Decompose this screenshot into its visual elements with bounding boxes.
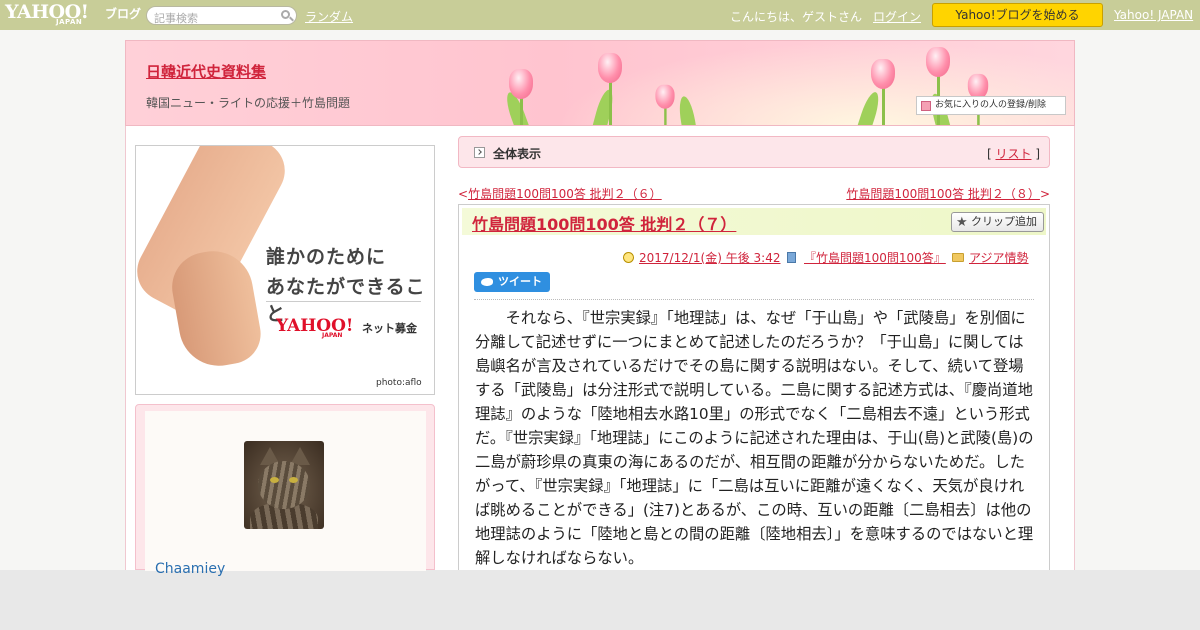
tweet-label: ツイート: [498, 275, 542, 288]
avatar[interactable]: [244, 441, 324, 529]
list-bracket-close: ]: [1031, 147, 1040, 161]
article-book[interactable]: 『竹島問題100問100答』: [787, 249, 946, 266]
favorite-register-label: お気に入りの人の登録/削除: [935, 100, 1047, 110]
footer-background: [0, 570, 1200, 630]
article-title[interactable]: 竹島問題100問100答 批判２（７）: [472, 211, 736, 235]
search-icon[interactable]: [281, 10, 290, 19]
tulip-decoration: [655, 84, 675, 125]
login-link[interactable]: ログイン: [873, 8, 921, 25]
random-link[interactable]: ランダム: [305, 8, 353, 25]
tulip-decoration: [598, 53, 622, 125]
helping-hand-graphic: [166, 244, 266, 373]
book-icon: [787, 252, 796, 263]
article-body: それなら、『世宗実録』「地理誌」は、なぜ「于山島」や「武陵島」を別個に分離して記…: [475, 309, 1034, 567]
list-link[interactable]: リスト: [995, 147, 1031, 161]
all-view-bar: 全体表示 [ リスト ]: [458, 136, 1050, 168]
tulip-decoration: [871, 59, 895, 125]
favorite-register-button[interactable]: お気に入りの人の登録/削除: [916, 96, 1066, 115]
tulip-decoration: [926, 47, 950, 125]
article-category[interactable]: アジア情勢: [952, 249, 1029, 266]
heart-icon: [921, 101, 931, 111]
folder-icon: [952, 253, 964, 262]
start-blog-button[interactable]: Yahoo!ブログを始める: [932, 3, 1103, 27]
top-navigation-bar: YAHOO! JAPAN ブログ ランダム こんにちは、ゲストさん ログイン Y…: [0, 0, 1200, 30]
profile-panel: Chaamiey: [135, 404, 435, 577]
twitter-bird-icon: [481, 278, 493, 286]
blog-subtitle: 韓国ニュー・ライトの応援＋竹島問題: [146, 96, 351, 110]
guest-greeting: こんにちは、ゲストさん: [730, 10, 863, 24]
article-title-bar: 竹島問題100問100答 批判２（７） ★ クリップ追加: [462, 208, 1046, 235]
ad-photo-credit: photo:aflo: [376, 378, 422, 388]
profile-inner: Chaamiey: [145, 411, 426, 577]
ad-yahoo-japan: JAPAN: [322, 332, 343, 339]
clock-icon: [623, 252, 634, 263]
prev-arrow: <: [458, 187, 469, 201]
article-panel: 竹島問題100問100答 批判２（７） ★ クリップ追加 2017/12/1(金…: [458, 204, 1050, 570]
clip-add-button[interactable]: ★ クリップ追加: [951, 212, 1044, 232]
tulip-decoration: [509, 69, 533, 125]
next-arrow: >: [1039, 187, 1050, 201]
yahoo-japan-link[interactable]: Yahoo! JAPAN: [1114, 8, 1193, 22]
next-article-title: 竹島問題100問100答 批判２（８）: [846, 187, 1040, 201]
blog-header-banner: 日韓近代史資料集 韓国ニュー・ライトの応援＋竹島問題 お気に入りの人の登録/削除: [125, 40, 1075, 126]
list-link-group: [ リスト ]: [987, 145, 1040, 162]
tweet-button[interactable]: ツイート: [474, 272, 550, 292]
ad-service-name: ネット募金: [362, 322, 417, 335]
ad-divider: [266, 301, 421, 302]
chevron-right-icon: [474, 147, 485, 158]
article-date[interactable]: 2017/12/1(金) 午後 3:42: [623, 249, 780, 266]
yahoo-blog-logo[interactable]: YAHOO! JAPAN ブログ: [5, 2, 141, 28]
star-icon: ★: [956, 215, 968, 230]
next-article-link[interactable]: 竹島問題100問100答 批判２（８）>: [846, 185, 1050, 202]
blog-title[interactable]: 日韓近代史資料集: [146, 61, 266, 82]
search-box: [146, 6, 297, 27]
charity-ad-banner[interactable]: 誰かのために あなたができること YAHOO! JAPAN ネット募金 phot…: [135, 145, 435, 395]
clip-add-label: クリップ追加: [971, 215, 1037, 228]
logo-blog-text: ブログ: [105, 7, 142, 21]
prev-article-link[interactable]: <竹島問題100問100答 批判２（６）: [458, 185, 662, 202]
logo-japan-text: JAPAN: [56, 18, 83, 26]
all-view-label: 全体表示: [493, 147, 542, 161]
profile-username[interactable]: Chaamiey: [155, 561, 225, 577]
dotted-divider: [474, 299, 1034, 300]
prev-article-title: 竹島問題100問100答 批判２（６）: [468, 187, 662, 201]
search-input[interactable]: [154, 10, 274, 27]
ad-headline-1: 誰かのために: [266, 246, 387, 268]
